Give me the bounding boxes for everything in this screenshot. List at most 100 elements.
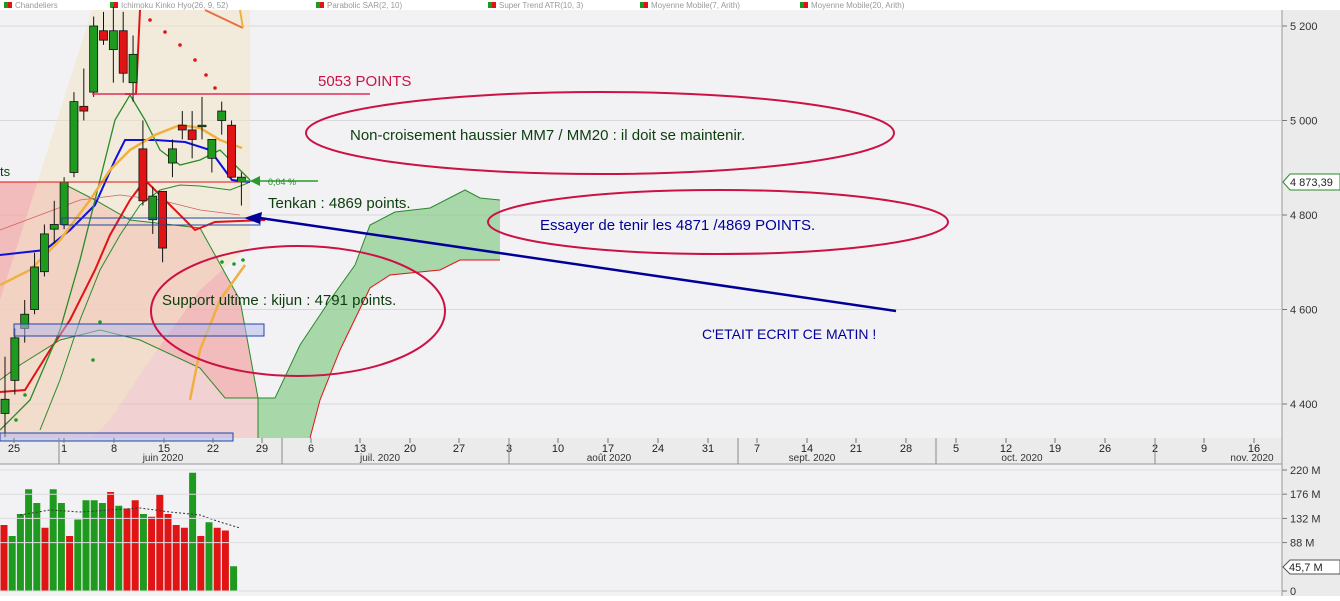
candle-body [10,337,20,381]
time-tick-label: 7 [754,443,760,455]
candle-body [158,190,168,249]
legend-item: Moyenne Mobile(20, Arith) [811,1,905,10]
candle-body [227,124,236,178]
candle-body [177,124,187,131]
sar-dot [14,418,18,422]
candle-body [108,30,118,51]
sar-dot [193,58,197,62]
volume-tick-label: 88 M [1290,538,1314,550]
legend-swatch-red [8,2,12,8]
candle-body [79,105,89,112]
time-axis-strip [0,438,1282,464]
time-tick-label: 6 [308,443,314,455]
legend-swatch-green [316,2,320,8]
month-label: juin 2020 [142,453,184,464]
legend-item: Chandeliers [15,1,58,10]
legend-swatch-red [492,2,496,8]
sar-dot [23,393,27,397]
month-label: août 2020 [587,453,632,464]
volume-bar [131,500,139,591]
candle-body [30,266,39,310]
sar-dot [163,30,167,34]
candle-body [197,124,207,128]
volume-bar [180,527,188,591]
price-axis-strip[interactable] [1282,10,1340,596]
legend-item: Super Trend ATR(10, 3) [499,1,584,10]
annotation-support-kijun: Support ultime : kijun : 4791 points. [162,292,396,309]
candle-body [49,224,59,230]
current-volume-tag: 45,7 M [1282,559,1340,575]
month-label: nov. 2020 [1230,453,1274,464]
volume-bar [213,527,221,591]
sar-dot [213,86,217,90]
annotation-cetait-ecrit: C'ETAIT ECRIT CE MATIN ! [702,326,876,342]
annotation-5053-points: 5053 POINTS [318,73,411,90]
time-tick-label: 27 [453,443,465,455]
current-price-label: 4 873,39 [1290,177,1333,189]
candle-body [207,138,217,159]
volume-tick-label: 176 M [1290,489,1321,501]
candle-body [40,233,49,273]
volume-bar [148,516,156,591]
legend-swatch-green [488,2,492,8]
sar-dot [98,320,102,324]
time-tick-label: 28 [900,443,912,455]
month-label: juil. 2020 [359,453,400,464]
legend-swatch-red [644,2,648,8]
time-tick-label: 26 [1099,443,1111,455]
volume-bar [123,508,131,591]
left-clipped-label: ts [0,164,11,179]
volume-bar [74,519,82,591]
time-tick-label: 9 [1201,443,1207,455]
volume-bar [197,536,205,591]
legend-swatch-green [4,2,8,8]
lower-zone-rect [0,432,234,442]
volume-bar [98,503,106,591]
volume-tick-label: 0 [1290,586,1296,596]
chart-window: Chandeliers Ichimoku Kinko Hyo(26, 9, 52)… [0,0,1340,598]
time-tick-label: 21 [850,443,862,455]
volume-bar [164,514,172,591]
legend-item: Parabolic SAR(2, 10) [327,1,402,10]
candle-body [89,25,99,93]
volume-bar [172,525,180,591]
price-chart[interactable]: Chandeliers Ichimoku Kinko Hyo(26, 9, 52)… [0,0,1340,598]
volume-bar [139,514,147,591]
time-tick-label: 24 [652,443,664,455]
volume-tick-label: 132 M [1290,513,1321,525]
volume-bar [0,525,8,591]
price-tick-label: 4 400 [1290,399,1318,411]
legend-item: Moyenne Mobile(7, Arith) [651,1,740,10]
volume-bar [49,489,57,591]
annotation-non-croisement: Non-croisement haussier MM7 / MM20 : il … [350,127,745,144]
price-tick-label: 4 600 [1290,305,1318,317]
volume-bar [205,522,213,591]
time-tick-label: 29 [256,443,268,455]
volume-bar [90,500,98,591]
change-percent-label: 0,04 % [268,177,296,187]
sar-dot [241,258,245,262]
candle-body [69,101,79,173]
candle-body [148,195,158,221]
time-tick-label: 19 [1049,443,1061,455]
candle-body [0,398,10,414]
candle-body [187,129,197,140]
volume-bar [16,514,24,591]
volume-bar [189,472,197,591]
volume-bar [82,500,90,591]
annotation-essayer: Essayer de tenir les 4871 /4869 POINTS. [540,217,815,234]
volume-bar [107,492,115,591]
legend-swatch-green [800,2,804,8]
legend-swatch-red [804,2,808,8]
volume-bar [41,527,49,591]
sar-dot [148,18,152,22]
month-label: oct. 2020 [1001,453,1043,464]
price-tick-label: 4 800 [1290,210,1318,222]
volume-bar [221,530,229,591]
current-price-tag: 4 873,39 [1282,173,1340,191]
time-tick-label: 10 [552,443,564,455]
current-volume-label: 45,7 M [1289,562,1323,574]
volume-bar [33,503,41,591]
volume-bar [230,566,238,591]
sar-dot [204,73,208,77]
